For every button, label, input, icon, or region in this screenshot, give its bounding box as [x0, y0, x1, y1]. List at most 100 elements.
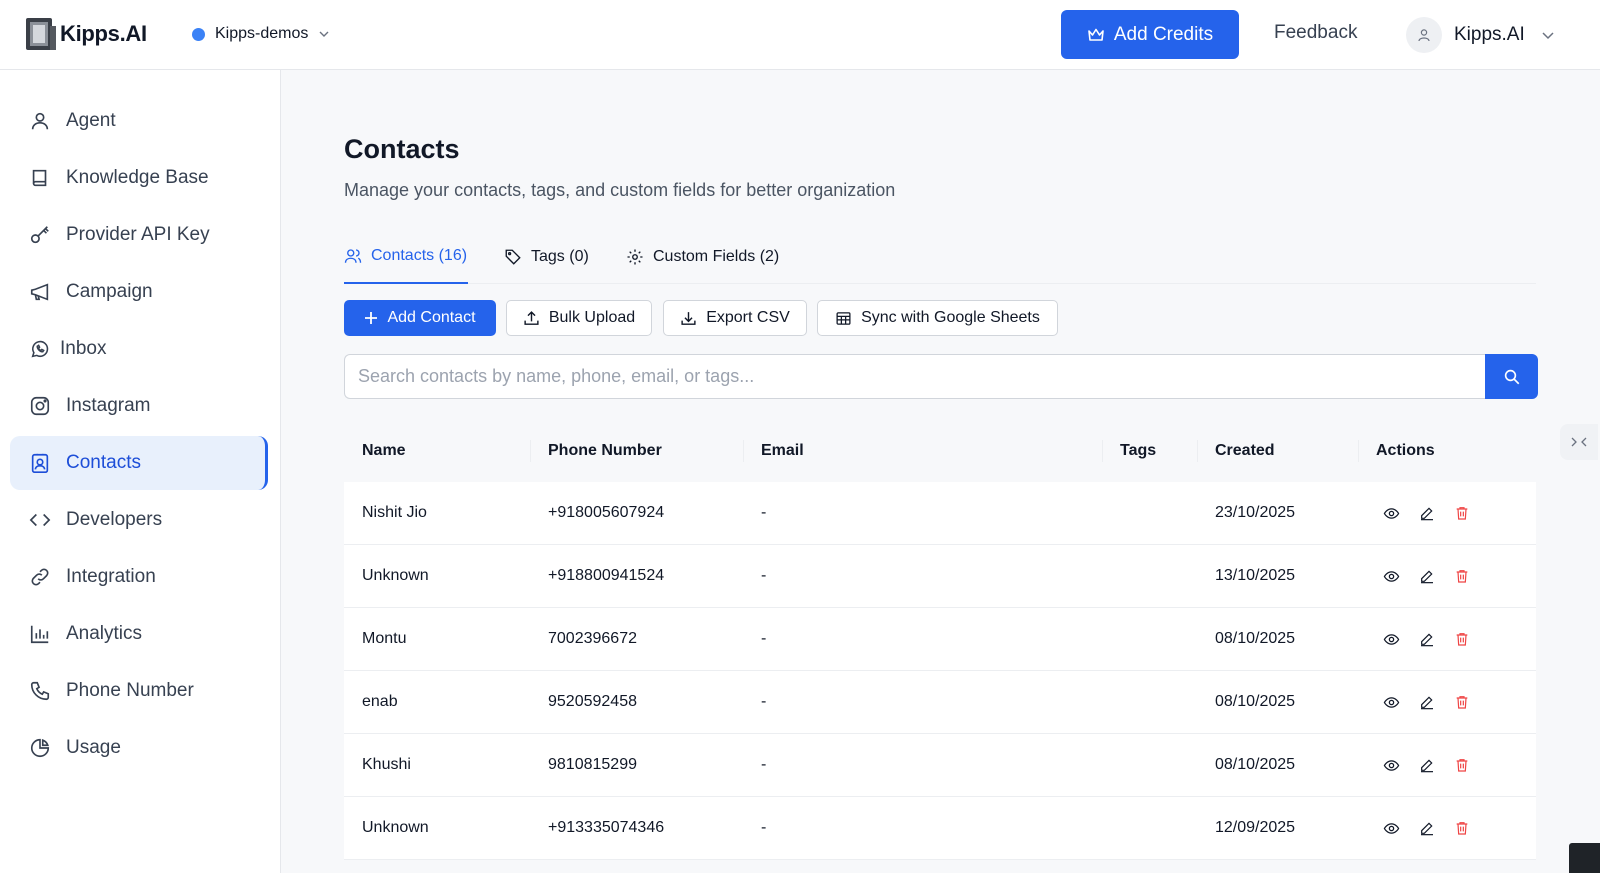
add-credits-button[interactable]: Add Credits	[1061, 10, 1239, 59]
edit-pencil-icon[interactable]	[1416, 502, 1438, 524]
logo-text: Kipps.AI	[60, 21, 147, 46]
sidebar-item-contacts[interactable]: Contacts	[10, 436, 268, 490]
sidebar-item-inbox[interactable]: Inbox	[10, 322, 268, 376]
tab-custom-fields[interactable]: Custom Fields (2)	[626, 236, 779, 284]
contact-name: Unknown	[362, 819, 429, 836]
view-eye-icon[interactable]	[1380, 628, 1402, 650]
view-eye-icon[interactable]	[1380, 502, 1402, 524]
delete-trash-icon[interactable]	[1451, 502, 1473, 524]
contact-phone: 9520592458	[548, 693, 637, 710]
contact-email: -	[761, 819, 767, 836]
view-eye-icon[interactable]	[1380, 565, 1402, 587]
table-row[interactable]: Unknown +918800941524 - 13/10/2025	[344, 545, 1536, 608]
feedback-link[interactable]: Feedback	[1274, 22, 1357, 44]
table-icon	[836, 311, 851, 325]
sidebar-item-knowledge-base[interactable]: Knowledge Base	[10, 151, 268, 205]
delete-trash-icon[interactable]	[1451, 754, 1473, 776]
column-header-actions: Actions	[1376, 442, 1435, 459]
sidebar-item-label: Campaign	[66, 281, 153, 302]
tab-tags[interactable]: Tags (0)	[504, 236, 589, 284]
contact-phone: +918800941524	[548, 567, 665, 584]
top-header: Kipps.AI Kipps-demos Add Credits Feedbac…	[0, 0, 1600, 70]
contact-created: 08/10/2025	[1215, 756, 1296, 773]
sidebar-item-developers[interactable]: Developers	[10, 493, 268, 547]
tab-label: Contacts (16)	[371, 247, 468, 264]
upload-icon	[524, 310, 539, 325]
collapse-arrows-icon	[1571, 437, 1587, 447]
table-row[interactable]: Khushi 9810815299 - 08/10/2025	[344, 734, 1536, 797]
add-contact-label: Add Contact	[387, 309, 476, 326]
search-button[interactable]	[1485, 354, 1538, 399]
contact-created: 13/10/2025	[1215, 567, 1296, 584]
tab-label: Tags (0)	[531, 248, 589, 265]
contact-email: -	[761, 693, 767, 710]
table-row[interactable]: Nishit Jio +918005607924 - 23/10/2025	[344, 482, 1536, 545]
tab-contacts[interactable]: Contacts (16)	[344, 236, 468, 284]
column-header-created: Created	[1215, 442, 1275, 459]
sidebar-item-label: Contacts	[66, 452, 141, 473]
contact-email: -	[761, 567, 767, 584]
table-row[interactable]: Montu 7002396672 - 08/10/2025	[344, 608, 1536, 671]
search-icon	[1504, 369, 1519, 384]
code-icon	[28, 508, 52, 532]
sidebar-item-integration[interactable]: Integration	[10, 550, 268, 604]
side-widget-tab[interactable]	[1560, 424, 1598, 460]
contact-phone: 7002396672	[548, 630, 637, 647]
sidebar-item-label: Agent	[66, 110, 116, 131]
delete-trash-icon[interactable]	[1451, 817, 1473, 839]
logo[interactable]: Kipps.AI	[24, 16, 147, 52]
delete-trash-icon[interactable]	[1451, 691, 1473, 713]
view-eye-icon[interactable]	[1380, 754, 1402, 776]
table-row[interactable]: enab 9520592458 - 08/10/2025	[344, 671, 1536, 734]
avatar	[1406, 17, 1442, 53]
workspace-status-dot	[192, 27, 205, 41]
sidebar-item-phone-number[interactable]: Phone Number	[10, 664, 268, 718]
view-eye-icon[interactable]	[1380, 691, 1402, 713]
page-title: Contacts	[344, 134, 460, 164]
sidebar-item-label: Provider API Key	[66, 224, 210, 245]
crown-icon	[1088, 28, 1104, 41]
table-row[interactable]: Unknown +913335074346 - 12/09/2025	[344, 797, 1536, 860]
sidebar-item-analytics[interactable]: Analytics	[10, 607, 268, 661]
delete-trash-icon[interactable]	[1451, 565, 1473, 587]
sidebar-item-provider-api-key[interactable]: Provider API Key	[10, 208, 268, 262]
page-subtitle: Manage your contacts, tags, and custom f…	[344, 180, 896, 200]
edit-pencil-icon[interactable]	[1416, 754, 1438, 776]
corner-widget[interactable]	[1569, 843, 1600, 873]
edit-pencil-icon[interactable]	[1416, 628, 1438, 650]
gear-icon	[627, 249, 643, 265]
sidebar-item-instagram[interactable]: Instagram	[10, 379, 268, 433]
search-input[interactable]	[344, 354, 1485, 399]
main-content: Contacts Manage your contacts, tags, and…	[282, 70, 1600, 873]
contact-name: enab	[362, 693, 398, 710]
workspace-selector[interactable]: Kipps-demos	[192, 22, 330, 46]
sidebar-item-agent[interactable]: Agent	[10, 94, 268, 148]
delete-trash-icon[interactable]	[1451, 628, 1473, 650]
tag-icon	[505, 249, 521, 265]
book-icon	[28, 166, 52, 190]
column-divider	[530, 440, 531, 462]
bulk-upload-button[interactable]: Bulk Upload	[506, 300, 652, 336]
tab-bar: Contacts (16) Tags (0) Custom Fields (2)	[344, 236, 1536, 284]
export-csv-button[interactable]: Export CSV	[663, 300, 807, 336]
add-credits-label: Add Credits	[1113, 23, 1214, 45]
user-menu[interactable]: Kipps.AI	[1406, 16, 1555, 54]
phone-icon	[28, 679, 52, 703]
add-contact-button[interactable]: Add Contact	[344, 300, 496, 336]
sidebar-item-campaign[interactable]: Campaign	[10, 265, 268, 319]
sidebar-item-label: Developers	[66, 509, 163, 530]
edit-pencil-icon[interactable]	[1416, 691, 1438, 713]
contact-email: -	[761, 630, 767, 647]
edit-pencil-icon[interactable]	[1416, 817, 1438, 839]
users-icon	[344, 249, 362, 263]
contact-name: Nishit Jio	[362, 504, 427, 521]
contact-phone: 9810815299	[548, 756, 637, 773]
view-eye-icon[interactable]	[1380, 817, 1402, 839]
sidebar-item-usage[interactable]: Usage	[10, 721, 268, 775]
workspace-name: Kipps-demos	[215, 25, 309, 42]
column-divider	[743, 440, 744, 462]
bulk-upload-label: Bulk Upload	[548, 309, 636, 326]
sidebar: Agent Knowledge Base Provider API Key Ca…	[0, 70, 281, 873]
edit-pencil-icon[interactable]	[1416, 565, 1438, 587]
sync-google-sheets-button[interactable]: Sync with Google Sheets	[817, 300, 1058, 336]
